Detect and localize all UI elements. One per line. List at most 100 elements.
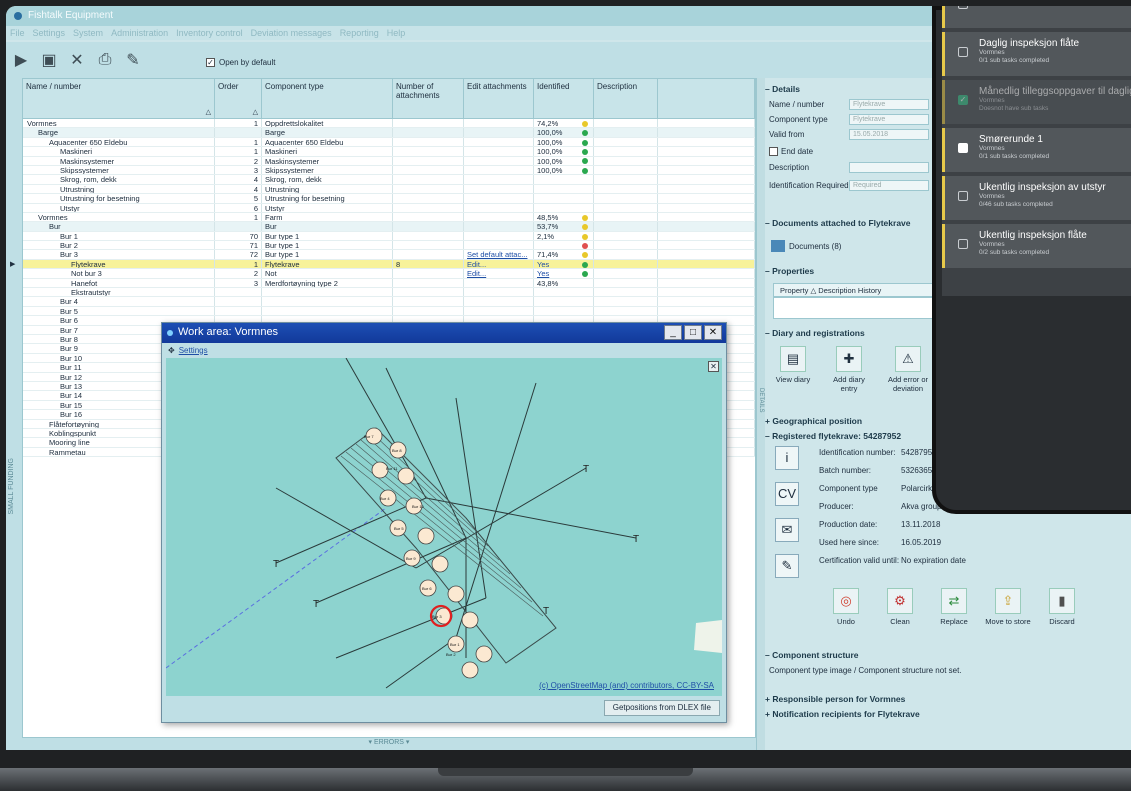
menu-file[interactable]: File: [10, 28, 25, 38]
task-item[interactable]: Daglig inspeksjon flåte Vormnes 0/1 sub ta…: [942, 32, 1131, 76]
map-close-icon[interactable]: ✕: [708, 361, 719, 372]
geo-position-heading[interactable]: + Geographical position: [765, 416, 862, 426]
table-row[interactable]: Aquacenter 650 Eldebu 1 Aquacenter 650 Eld…: [23, 137, 755, 148]
task-checkbox-icon[interactable]: ✓: [958, 95, 968, 105]
task-checkbox-icon[interactable]: [958, 239, 968, 249]
name-field[interactable]: Flytekrave: [849, 99, 929, 110]
task-item[interactable]: Ukentlig inspeksjon flåte Vormnes 0/2 sub …: [942, 224, 1131, 268]
table-row[interactable]: Utstyr 6 Utstyr: [23, 203, 755, 213]
view-diary-button[interactable]: ▤ View diary: [771, 346, 815, 384]
row-identified[interactable]: Yes: [534, 269, 594, 278]
table-row[interactable]: Bur 1 70 Bur type 1 2,1%: [23, 231, 755, 242]
move-to-store-button[interactable]: ⇪ Move to store: [985, 588, 1031, 626]
open-by-default-checkbox[interactable]: ✓ Open by default: [206, 58, 275, 67]
table-row[interactable]: Flytekrave 1 Flytekrave 8 Edit... Yes: [23, 259, 755, 270]
col-description[interactable]: Description: [594, 79, 658, 118]
delete-icon[interactable]: ✕: [66, 49, 88, 71]
checkbox-checked-icon[interactable]: ✓: [206, 58, 215, 67]
task-checkbox-icon[interactable]: [958, 143, 968, 153]
col-type[interactable]: Component type: [262, 79, 393, 118]
menu-reporting[interactable]: Reporting: [340, 28, 379, 38]
menu-system[interactable]: System: [73, 28, 103, 38]
menu-deviation-messages[interactable]: Deviation messages: [251, 28, 332, 38]
table-row[interactable]: Vormnes 1 Farm 48,5%: [23, 212, 755, 223]
add-diary-entry-button[interactable]: ✚ Add diary entry: [827, 346, 871, 393]
edit-icon[interactable]: ✎: [122, 49, 144, 71]
task-checkbox-icon[interactable]: [958, 191, 968, 201]
menu-settings[interactable]: Settings: [33, 28, 66, 38]
table-row[interactable]: Ekstrautstyr: [23, 288, 755, 298]
save-icon[interactable]: ▣: [38, 49, 60, 71]
table-row[interactable]: Skipssystemer 3 Skipssystemer 100,0%: [23, 165, 755, 176]
documents-heading[interactable]: – Documents attached to Flytekrave: [765, 218, 911, 228]
replace-button[interactable]: ⇄ Replace: [931, 588, 977, 626]
maximize-button[interactable]: □: [684, 325, 702, 340]
prop-col-property[interactable]: Property: [780, 286, 808, 295]
id-required-field[interactable]: Required: [849, 180, 929, 191]
menu-administration[interactable]: Administration: [111, 28, 168, 38]
task-item[interactable]: ✓ Månedlig tilleggsoppgaver til daglig Vor…: [942, 80, 1131, 124]
minimize-button[interactable]: _: [664, 325, 682, 340]
col-num-attachments[interactable]: Number of attachments: [393, 79, 464, 118]
map-tools-icon[interactable]: ✥: [168, 346, 175, 355]
table-row[interactable]: Not bur 3 2 Not Edit... Yes: [23, 269, 755, 279]
table-row[interactable]: Bur 3 72 Bur type 1 Set default attac... 71,…: [23, 250, 755, 260]
table-row[interactable]: Bur 2 71 Bur type 1: [23, 241, 755, 251]
clean-button[interactable]: ⚙ Clean: [877, 588, 923, 626]
work-area-titlebar[interactable]: Work area: Vormnes _ □ ✕: [162, 323, 726, 343]
table-row[interactable]: Utrustning 4 Utrustning: [23, 184, 755, 195]
notification-heading[interactable]: + Notification recipients for Flytekrave: [765, 709, 920, 719]
table-row[interactable]: Bur 4: [23, 297, 755, 307]
properties-heading[interactable]: – Properties: [765, 266, 814, 276]
task-checkbox-icon[interactable]: [958, 6, 968, 9]
col-name[interactable]: Name / number △: [23, 79, 215, 118]
task-item[interactable]: Smørerunde 1 Vormnes 0/1 sub tasks complet…: [942, 128, 1131, 172]
end-date-toggle[interactable]: End date: [769, 147, 813, 156]
left-edge-label[interactable]: SMALL FUNDING: [8, 458, 15, 515]
properties-list[interactable]: [773, 297, 933, 319]
table-row[interactable]: Vormnes 1 Oppdrettslokalitet 74,2%: [23, 119, 755, 129]
menu-inventory-control[interactable]: Inventory control: [176, 28, 243, 38]
undo-button[interactable]: ◎ Undo: [823, 588, 869, 626]
component-structure-heading[interactable]: – Component structure: [765, 650, 859, 660]
registered-heading[interactable]: – Registered flytekrave: 54287952: [765, 431, 901, 441]
table-row[interactable]: Barge Barge 100,0%: [23, 128, 755, 138]
diary-heading[interactable]: – Diary and registrations: [765, 328, 865, 338]
task-checkbox-icon[interactable]: [958, 47, 968, 57]
table-row[interactable]: Maskinsystemer 2 Maskinsystemer 100,0%: [23, 156, 755, 166]
valid-from-field[interactable]: 15.05.2018: [849, 129, 929, 140]
details-splitter[interactable]: DETAILS: [757, 78, 765, 750]
table-row[interactable]: Hanefot 3 Merdfortøyning type 2 43,8%: [23, 278, 755, 289]
task-item[interactable]: VormnesDoesnot have sub tasks: [942, 6, 1131, 28]
print-icon[interactable]: ⎙: [94, 49, 116, 71]
responsible-heading[interactable]: + Responsible person for Vormnes: [765, 694, 905, 704]
col-order[interactable]: Order △: [215, 79, 262, 118]
col-identified[interactable]: Identified: [534, 79, 594, 118]
map-view[interactable]: Bur 3 Bur 2 Bur 1 Bur 4 Bur 5 Bur 6 Bur 7 Bur 8…: [166, 358, 722, 696]
row-edit-attachments[interactable]: Edit...: [464, 269, 534, 278]
table-row[interactable]: Bur Bur 53,7%: [23, 222, 755, 232]
details-heading[interactable]: – Details: [765, 84, 800, 94]
row-edit-attachments[interactable]: Set default attac...: [464, 250, 534, 259]
end-date-checkbox[interactable]: [769, 147, 778, 156]
table-row[interactable]: Skrog, rom, dekk 4 Skrog, rom, dekk: [23, 175, 755, 185]
farm-layout-map[interactable]: Bur 3 Bur 2 Bur 1 Bur 4 Bur 5 Bur 6 Bur 7 Bur 8…: [166, 358, 722, 696]
description-field[interactable]: [849, 162, 929, 173]
close-button[interactable]: ✕: [704, 325, 722, 340]
discard-button[interactable]: ▮ Discard: [1039, 588, 1085, 626]
row-edit-attachments[interactable]: Edit...: [464, 259, 534, 269]
menu-help[interactable]: Help: [387, 28, 406, 38]
task-item[interactable]: Ukentlig inspeksjon av utstyr Vormnes 0/46…: [942, 176, 1131, 220]
table-row[interactable]: Bur 5: [23, 306, 755, 317]
prop-col-description[interactable]: Description: [818, 286, 856, 295]
collapse-arrow-icon[interactable]: ▶: [10, 49, 32, 71]
settings-link[interactable]: Settings: [179, 346, 208, 355]
get-positions-button[interactable]: Getpositions from DLEX file: [603, 700, 720, 716]
add-deviation-button[interactable]: ⚠ Add error or deviation: [883, 346, 933, 393]
documents-button[interactable]: Documents (8): [771, 240, 841, 252]
table-row[interactable]: Maskineri 1 Maskineri 100,0%: [23, 147, 755, 157]
errors-bar[interactable]: ▾ ERRORS ▾: [22, 738, 756, 750]
col-edit-attachments[interactable]: Edit attachments: [464, 79, 534, 118]
table-row[interactable]: Utrustning for besetning 5 Utrustning for …: [23, 194, 755, 204]
map-credit-link[interactable]: (c) OpenStreetMap (and) contributors, CC…: [539, 681, 714, 690]
